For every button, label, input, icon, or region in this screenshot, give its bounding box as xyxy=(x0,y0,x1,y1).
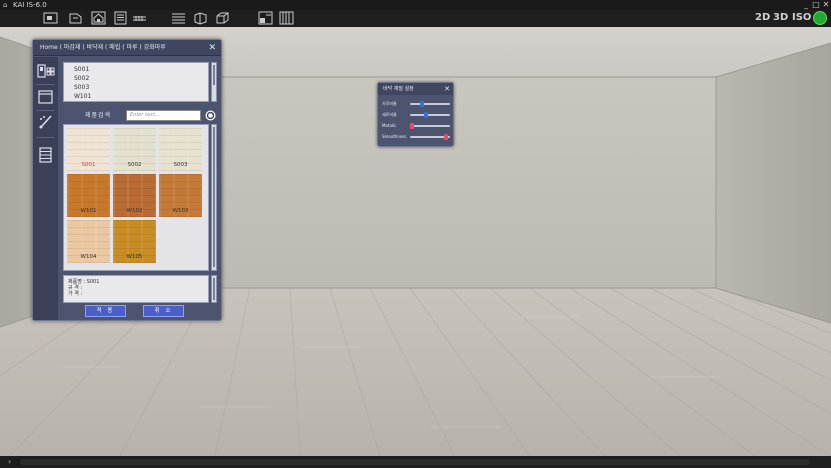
scrollbar-thumb[interactable] xyxy=(213,278,215,300)
bottom-bar: › xyxy=(0,456,831,468)
slider-track[interactable] xyxy=(410,125,450,127)
view-3d-button[interactable]: 3D xyxy=(773,11,788,25)
view-2d-button[interactable]: 2D xyxy=(755,11,770,25)
home-icon[interactable] xyxy=(91,11,106,25)
slider-thumb[interactable] xyxy=(420,101,424,107)
floorplan-icon[interactable] xyxy=(258,11,273,25)
scrollbar-thumb[interactable] xyxy=(213,127,215,267)
slider-track[interactable] xyxy=(410,103,450,105)
info-scrollbar[interactable] xyxy=(211,275,217,303)
app-title: KAI IS-6.0 xyxy=(13,1,47,9)
paint-brush-icon[interactable] xyxy=(36,114,55,130)
slider-track[interactable] xyxy=(410,114,450,116)
material-tile[interactable]: S003 xyxy=(159,128,202,171)
slider-thumb[interactable] xyxy=(410,123,414,129)
tile-label: W105 xyxy=(126,254,143,260)
scrollbar-thumb[interactable] xyxy=(213,65,215,85)
material-tile[interactable]: S002 xyxy=(113,128,156,171)
layers-icon[interactable] xyxy=(171,11,186,25)
window-icon[interactable] xyxy=(36,89,55,105)
refresh-icon[interactable] xyxy=(205,110,216,121)
toolbar: 2D 3D ISO xyxy=(0,10,831,27)
material-tile[interactable]: W101 xyxy=(67,174,110,217)
product-info-box: 제품명 : S001 규 격 : 가 격 : xyxy=(63,275,209,303)
slider-thumb[interactable] xyxy=(424,112,428,118)
slider-row: Smoothness xyxy=(382,133,452,141)
material-tile[interactable]: S001 xyxy=(67,128,110,171)
material-tile[interactable]: W103 xyxy=(159,174,202,217)
list-item[interactable]: S003 xyxy=(74,84,89,92)
material-tile-grid: S001 S002 S003 W101 W102 W103 W104 W105 xyxy=(63,124,209,271)
product-code-list[interactable]: S001 S002 S003 W101 xyxy=(63,62,209,102)
view-iso-button[interactable]: ISO xyxy=(792,11,811,25)
slider-thumb[interactable] xyxy=(444,134,448,140)
tile-label: W102 xyxy=(126,208,143,214)
list-item[interactable]: W101 xyxy=(74,93,91,101)
furniture-icon[interactable] xyxy=(36,63,55,79)
title-bar: ⌂ KAI IS-6.0 _ □ ✕ xyxy=(0,0,831,10)
app-icon: ⌂ xyxy=(3,1,8,9)
apply-button[interactable]: 적 용 xyxy=(85,305,126,317)
search-label: 제품검색 xyxy=(85,112,112,119)
sidebar-divider xyxy=(36,110,55,111)
sidebar-divider xyxy=(36,84,55,85)
cancel-button[interactable]: 취 소 xyxy=(143,305,184,317)
floor-settings-title: 바닥 재질 설정 xyxy=(383,86,414,92)
open-folder-icon[interactable] xyxy=(68,11,83,25)
material-panel-header[interactable]: Home ( 마감재 ( 바닥재 ( 매립 ( 마루 ( 강화마루 ✕ xyxy=(33,40,221,56)
breadcrumb[interactable]: Home ( 마감재 ( 바닥재 ( 매립 ( 마루 ( 강화마루 xyxy=(40,40,166,56)
status-track xyxy=(20,459,810,465)
list-item[interactable]: S001 xyxy=(74,66,89,74)
new-file-icon[interactable] xyxy=(43,11,58,25)
material-sidebar xyxy=(33,57,58,320)
floor-settings-header[interactable]: 바닥 재질 설정 ✕ xyxy=(378,83,453,95)
list-icon[interactable] xyxy=(36,147,55,163)
tile-label: S003 xyxy=(173,162,188,168)
material-tile[interactable]: W105 xyxy=(113,220,156,263)
floor-settings-close-button[interactable]: ✕ xyxy=(444,83,450,95)
expand-arrow-icon[interactable]: › xyxy=(8,456,11,468)
material-tile[interactable]: W104 xyxy=(67,220,110,263)
product-price: 가 격 : xyxy=(68,291,83,297)
tile-grid-scrollbar[interactable] xyxy=(211,124,217,271)
tile-label: S002 xyxy=(127,162,142,168)
ruler-icon[interactable] xyxy=(132,11,147,25)
document-icon[interactable] xyxy=(113,11,128,25)
slider-label: Smoothness xyxy=(382,134,407,139)
tile-label: W101 xyxy=(80,208,97,214)
code-list-scrollbar[interactable] xyxy=(211,62,217,102)
tile-label: S001 xyxy=(81,162,96,168)
tile-label: W104 xyxy=(80,254,97,260)
slider-label: 세로비율 xyxy=(382,112,397,117)
floor-settings-panel: 바닥 재질 설정 ✕ 가로비율 세로비율 Metalic Smoothness xyxy=(377,82,454,147)
minimize-button[interactable]: _ xyxy=(801,0,811,10)
list-item[interactable]: S002 xyxy=(74,75,89,83)
slider-label: Metalic xyxy=(382,123,397,128)
slider-row: 세로비율 xyxy=(382,111,452,119)
slider-label: 가로비율 xyxy=(382,101,397,106)
material-panel: Home ( 마감재 ( 바닥재 ( 매립 ( 마루 ( 강화마루 ✕ S001… xyxy=(32,39,222,321)
search-input[interactable]: Enter text... xyxy=(126,110,201,121)
box-icon[interactable] xyxy=(193,11,208,25)
maximize-button[interactable]: □ xyxy=(811,0,821,10)
close-button[interactable]: ✕ xyxy=(821,0,831,10)
material-panel-close-button[interactable]: ✕ xyxy=(208,40,216,56)
tile-label: W103 xyxy=(172,208,189,214)
sidebar-divider xyxy=(36,137,55,138)
slider-row: Metalic xyxy=(382,122,452,130)
grid-icon[interactable] xyxy=(279,11,294,25)
power-icon[interactable] xyxy=(813,11,827,25)
material-tile[interactable]: W102 xyxy=(113,174,156,217)
slider-row: 가로비율 xyxy=(382,100,452,108)
cube-icon[interactable] xyxy=(215,11,230,25)
